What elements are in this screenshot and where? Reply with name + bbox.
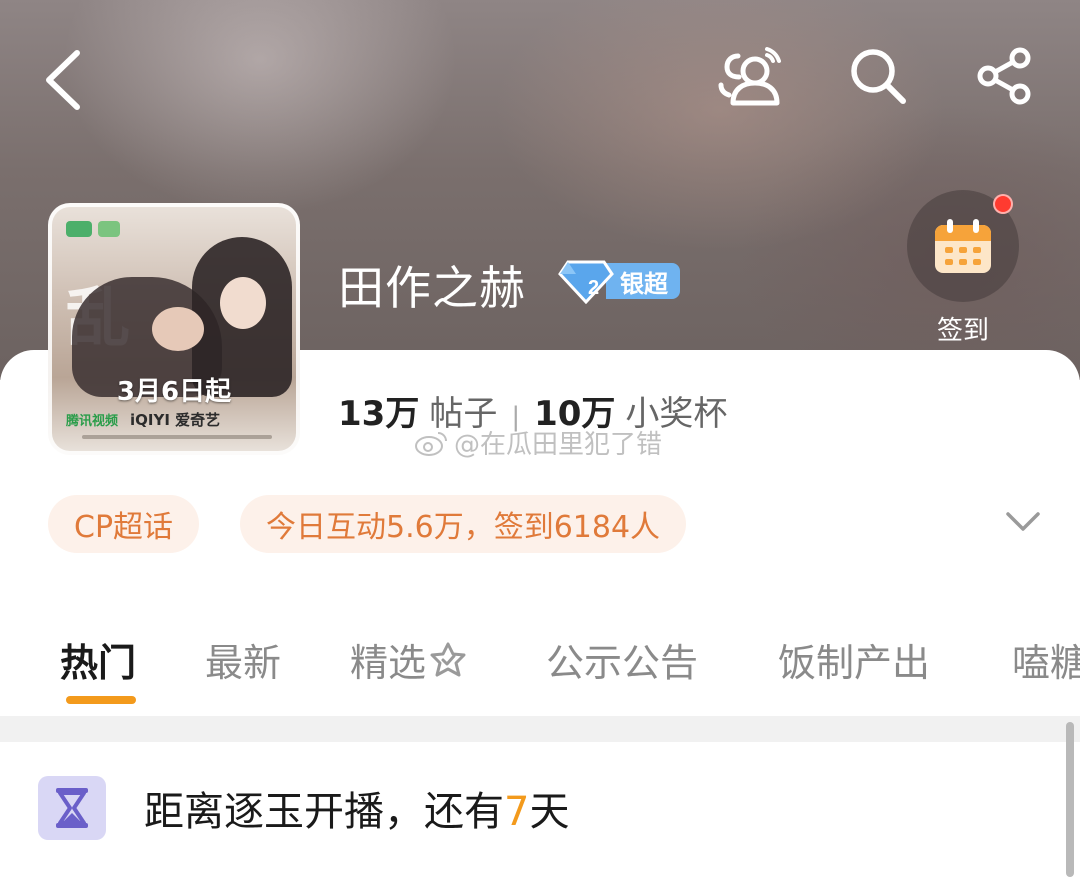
- tab-fan-works[interactable]: 饭制产出: [778, 632, 930, 687]
- countdown-text: 距离逐玉开播，还有7天: [144, 779, 569, 837]
- people-group-icon: [718, 47, 781, 106]
- active-tab-indicator: [66, 696, 136, 704]
- poster-logos: 腾讯视频 iQIYI 爱奇艺: [66, 409, 220, 430]
- poster-logo-tencent: 腾讯视频: [66, 414, 119, 429]
- countdown-prefix: 距离逐玉开播，还有: [144, 789, 504, 835]
- level-number: 2: [588, 277, 599, 299]
- poster-logo-iqiyi: iQIYI 爱奇艺: [130, 411, 221, 429]
- chevron-left-icon: [46, 50, 80, 110]
- category-pill[interactable]: CP超话: [48, 495, 200, 553]
- expand-button[interactable]: [1000, 498, 1046, 544]
- poster-fine-print: [82, 435, 272, 439]
- calendar-icon: [935, 219, 991, 273]
- countdown-banner[interactable]: 距离逐玉开播，还有7天: [38, 776, 569, 840]
- tab-hot[interactable]: 热门: [60, 632, 136, 687]
- posts-count: 13万: [338, 394, 420, 434]
- countdown-suffix: 天: [529, 789, 570, 835]
- signin-label: 签到: [936, 316, 989, 346]
- members-button[interactable]: [712, 38, 788, 114]
- activity-pill[interactable]: 今日互动5.6万，签到6184人: [240, 495, 687, 553]
- share-button[interactable]: [966, 38, 1042, 114]
- topic-poster[interactable]: 乱 3月6日起 腾讯视频 iQIYI 爱奇艺: [48, 203, 300, 455]
- tab-announcements[interactable]: 公示公告: [546, 632, 698, 687]
- back-button[interactable]: [28, 40, 98, 120]
- notification-dot: [993, 194, 1013, 214]
- weibo-logo-icon: [415, 431, 447, 456]
- watermark-text: @在瓜田里犯了错: [454, 430, 663, 460]
- section-divider: [0, 716, 1080, 742]
- tab-featured[interactable]: 精选: [350, 632, 468, 687]
- countdown-days: 7: [504, 789, 530, 835]
- tab-ship[interactable]: 嗑糖: [1012, 632, 1080, 687]
- search-button[interactable]: [840, 38, 916, 114]
- level-label: 银超: [606, 263, 680, 299]
- diamond-icon: 2: [558, 258, 614, 305]
- signin-button[interactable]: 签到: [904, 190, 1022, 350]
- level-badge[interactable]: 2 银超: [558, 258, 684, 305]
- poster-date: 3月6日起: [116, 377, 232, 407]
- poster-face: [152, 307, 204, 351]
- poster-logo-mark: [66, 221, 92, 237]
- watermark: @在瓜田里犯了错: [414, 424, 662, 461]
- share-icon: [977, 47, 1031, 105]
- tab-bar: 热门 最新 精选 公示公告 饭制产出 嗑糖: [0, 620, 1080, 710]
- signin-circle: [907, 190, 1019, 302]
- tab-featured-label: 精选: [350, 641, 427, 685]
- star-badge-icon: [430, 642, 466, 676]
- poster-logo-mark: [98, 221, 120, 237]
- search-icon: [851, 49, 906, 104]
- tab-latest[interactable]: 最新: [205, 632, 281, 687]
- topic-title: 田作之赫: [338, 261, 526, 315]
- scrollbar[interactable]: [1066, 722, 1074, 877]
- hourglass-icon: [38, 776, 106, 840]
- poster-face: [220, 277, 266, 329]
- chevron-down-icon: [1006, 512, 1040, 531]
